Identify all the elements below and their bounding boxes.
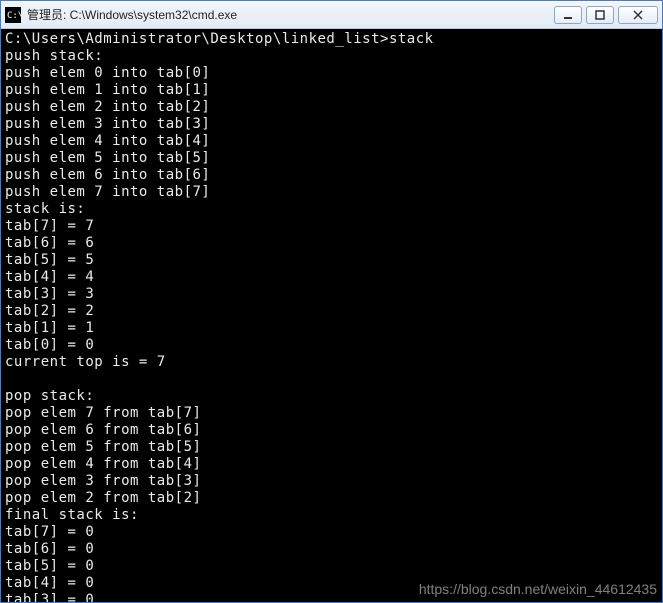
- output-line: push elem 1 into tab[1]: [5, 82, 210, 98]
- terminal[interactable]: C:\Users\Administrator\Desktop\linked_li…: [1, 29, 662, 602]
- output-line: tab[1] = 1: [5, 320, 94, 336]
- cmd-icon: C:\: [5, 7, 21, 23]
- titlebar[interactable]: C:\ 管理员: C:\Windows\system32\cmd.exe: [1, 1, 662, 29]
- output-line: tab[4] = 4: [5, 269, 94, 285]
- output-line: current top is = 7: [5, 354, 166, 370]
- output-line: stack is:: [5, 201, 85, 217]
- output-line: tab[5] = 5: [5, 252, 94, 268]
- output-line: push elem 3 into tab[3]: [5, 116, 210, 132]
- output-line: tab[6] = 0: [5, 541, 94, 557]
- output-line: tab[6] = 6: [5, 235, 94, 251]
- command: stack: [389, 31, 434, 47]
- output-line: pop elem 6 from tab[6]: [5, 422, 201, 438]
- output-line: push elem 6 into tab[6]: [5, 167, 210, 183]
- window-buttons: [554, 6, 658, 24]
- output-line: pop elem 4 from tab[4]: [5, 456, 201, 472]
- close-button[interactable]: [618, 6, 658, 24]
- output-line: push elem 5 into tab[5]: [5, 150, 210, 166]
- output-line: push stack:: [5, 48, 103, 64]
- output-line: tab[3] = 0: [5, 592, 94, 602]
- output-line: push elem 7 into tab[7]: [5, 184, 210, 200]
- svg-text:C:\: C:\: [7, 11, 21, 21]
- output-line: pop stack:: [5, 388, 94, 404]
- output-line: tab[0] = 0: [5, 337, 94, 353]
- output-line: tab[2] = 2: [5, 303, 94, 319]
- output-line: pop elem 3 from tab[3]: [5, 473, 201, 489]
- output-line: push elem 2 into tab[2]: [5, 99, 210, 115]
- output-line: tab[7] = 7: [5, 218, 94, 234]
- cmd-window: C:\ 管理员: C:\Windows\system32\cmd.exe C:\…: [0, 0, 663, 603]
- output-line: pop elem 7 from tab[7]: [5, 405, 201, 421]
- window-title: 管理员: C:\Windows\system32\cmd.exe: [27, 6, 554, 23]
- prompt-line: C:\Users\Administrator\Desktop\linked_li…: [5, 31, 434, 47]
- output-line: pop elem 2 from tab[2]: [5, 490, 201, 506]
- output-line: tab[5] = 0: [5, 558, 94, 574]
- output-line: push elem 0 into tab[0]: [5, 65, 210, 81]
- output-line: tab[4] = 0: [5, 575, 94, 591]
- maximize-button[interactable]: [586, 6, 614, 24]
- prompt: C:\Users\Administrator\Desktop\linked_li…: [5, 31, 389, 47]
- output-line: final stack is:: [5, 507, 139, 523]
- minimize-button[interactable]: [554, 6, 582, 24]
- output-line: push elem 4 into tab[4]: [5, 133, 210, 149]
- output-line: tab[3] = 3: [5, 286, 94, 302]
- output-line: pop elem 5 from tab[5]: [5, 439, 201, 455]
- output-line: tab[7] = 0: [5, 524, 94, 540]
